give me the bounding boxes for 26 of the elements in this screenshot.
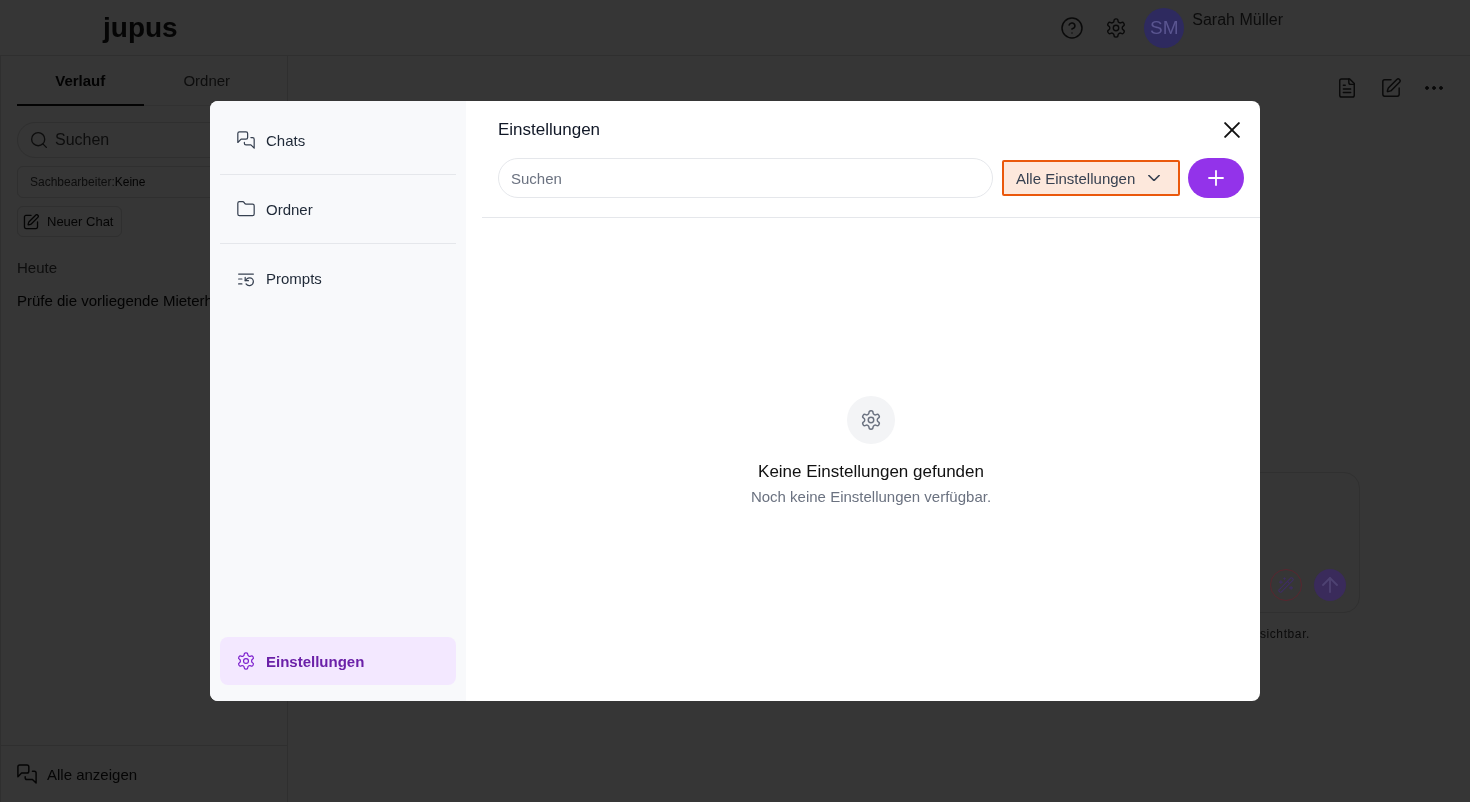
close-icon[interactable] (1224, 122, 1240, 138)
chat-bubbles-icon (17, 764, 37, 784)
dialog-nav-item[interactable]: Ordner (220, 175, 456, 244)
dialog-nav-item[interactable]: Einstellungen (220, 637, 456, 685)
more-icon[interactable] (1425, 86, 1443, 90)
dialog-nav-item[interactable]: Prompts (220, 244, 456, 313)
chat-bubbles-icon (237, 131, 255, 149)
folder-icon (237, 200, 255, 218)
send-button[interactable] (1314, 569, 1346, 601)
help-icon[interactable] (1061, 16, 1084, 39)
settings-icon (847, 395, 895, 444)
edit-icon[interactable] (1381, 78, 1401, 98)
plus-icon (1208, 170, 1224, 186)
search-icon (30, 131, 48, 149)
settings-icon (237, 652, 255, 670)
wand-icon (1278, 577, 1294, 593)
settings-icon[interactable] (1106, 17, 1127, 38)
document-icon[interactable] (1337, 78, 1357, 98)
edit-icon (23, 213, 39, 230)
empty-state-title: Keine Einstellungen gefunden (758, 460, 984, 483)
add-button[interactable] (1188, 158, 1244, 198)
dialog-nav-item[interactable]: Chats (220, 106, 456, 175)
empty-state-message: Noch keine Einstellungen verfügbar. (750, 486, 992, 507)
dialog-title: Einstellungen (498, 120, 601, 140)
chevron-down-icon (1148, 175, 1160, 181)
filter-dropdown[interactable]: Alle Einstellungen (1002, 160, 1180, 196)
